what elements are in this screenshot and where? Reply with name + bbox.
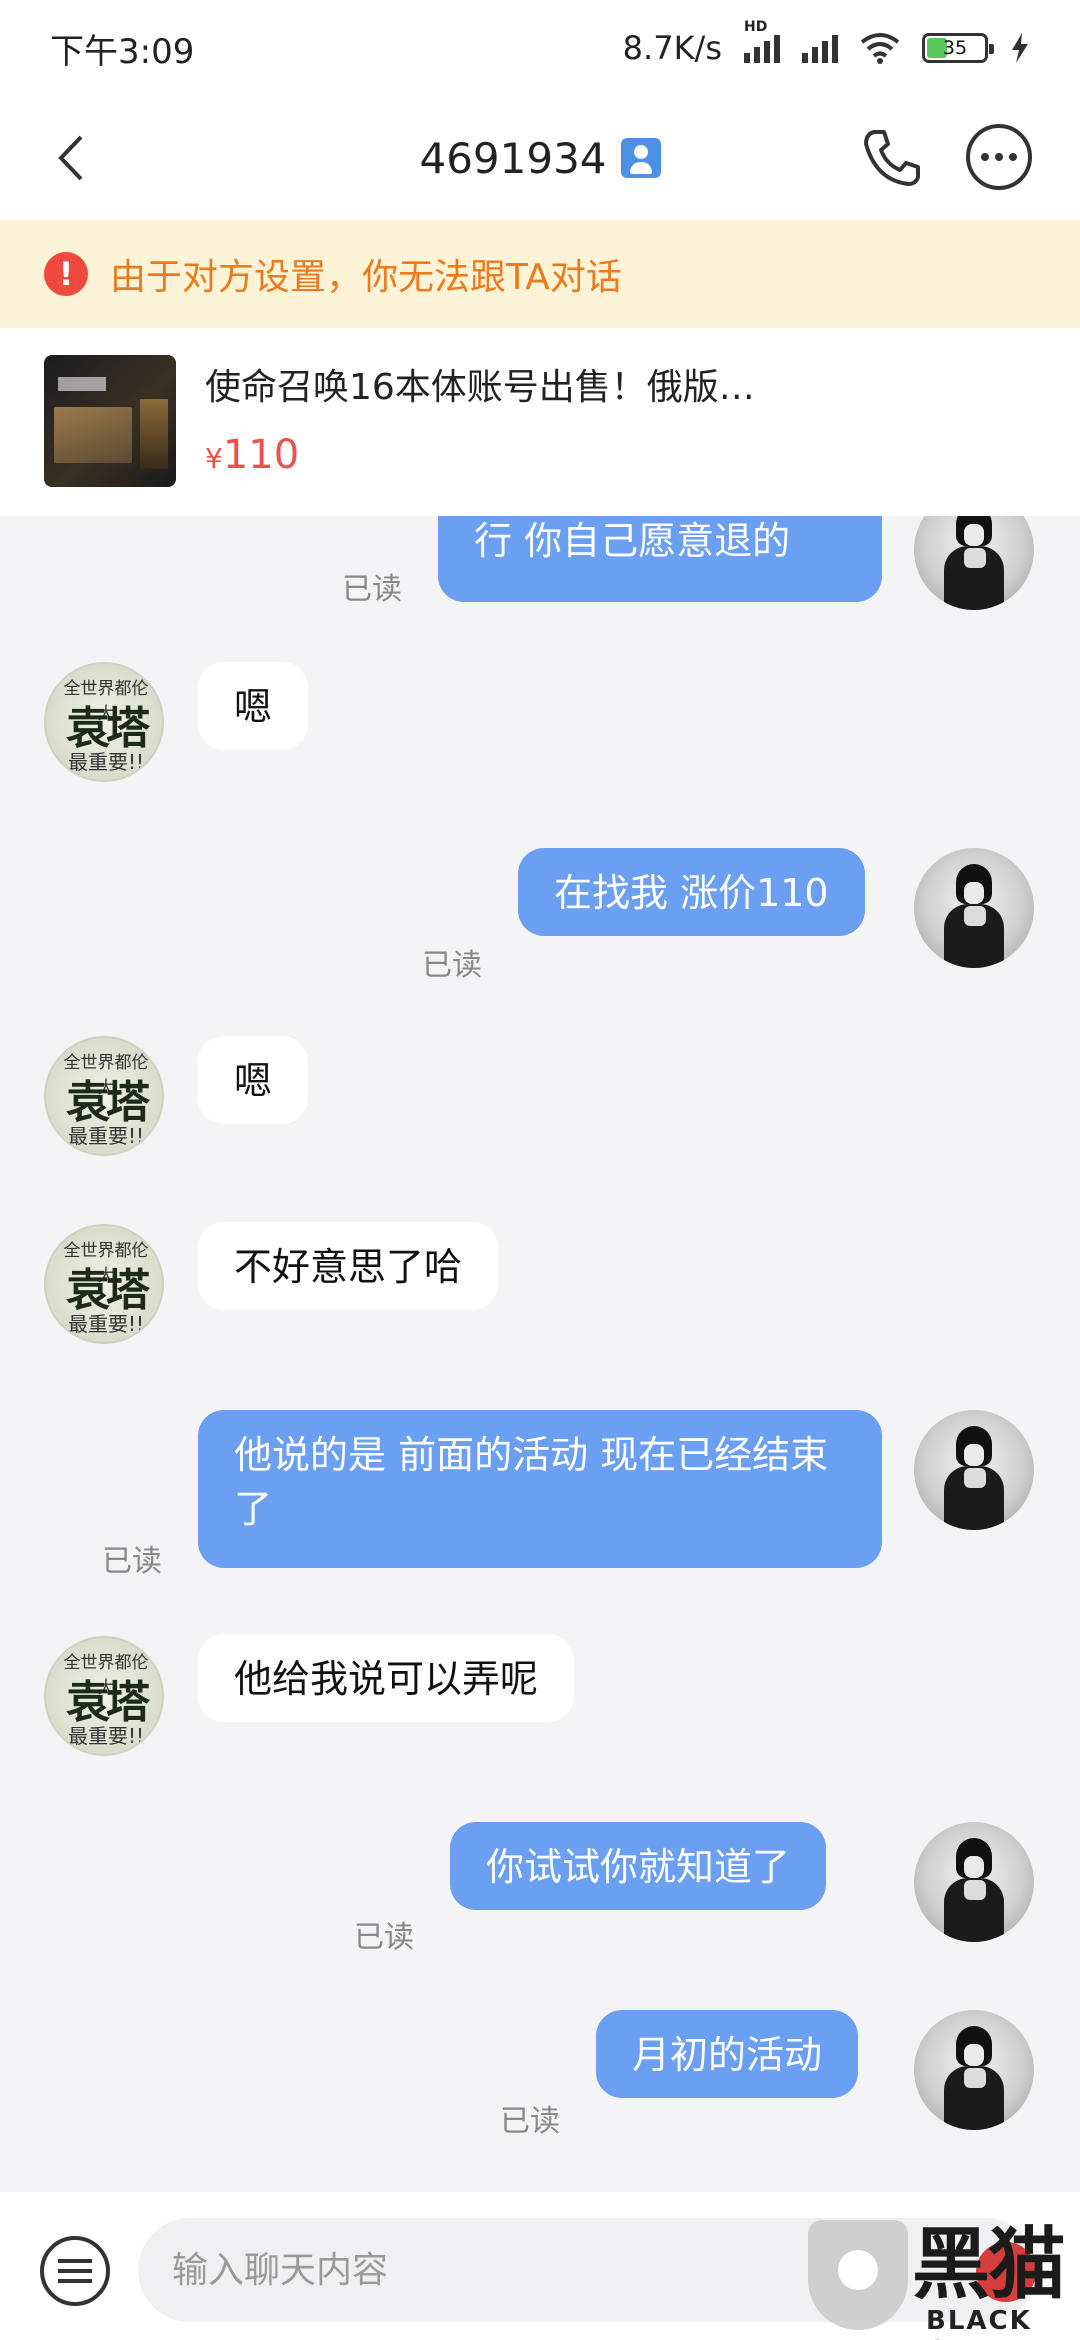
phone-icon [864, 130, 920, 186]
warning-banner: ! 由于对方设置，你无法跟TA对话 [0, 220, 1080, 328]
battery-icon: 35 [922, 33, 994, 63]
message-bubble-mine[interactable]: 在找我 涨价110 [518, 848, 865, 936]
product-title: 使命召唤16本体账号出售！俄版… [205, 367, 755, 408]
price-value: 110 [222, 432, 300, 478]
my-avatar[interactable] [914, 1410, 1034, 1530]
read-status: 已读 [354, 1920, 414, 1955]
my-avatar[interactable] [914, 848, 1034, 968]
signal-bars-icon [744, 33, 780, 63]
my-avatar[interactable] [914, 1822, 1034, 1942]
my-avatar[interactable] [914, 516, 1034, 610]
contact-avatar[interactable]: 全世界都伦大 袁塔 最重要!! [44, 1636, 164, 1756]
network-speed: 8.7K/s [622, 29, 722, 67]
message-bubble-theirs[interactable]: 不好意思了哈 [198, 1222, 499, 1310]
charging-bolt-icon [1012, 33, 1028, 63]
contact-card-icon[interactable] [620, 138, 661, 178]
message-list[interactable]: 行 你自己愿意退的 已读 全世界都伦大 袁塔 最重要!! 嗯 在找我 涨价110 已… [0, 516, 1080, 2192]
watermark-brand: BLACK CAT [926, 2306, 1032, 2340]
signal-hd-icon: HD [744, 19, 780, 63]
chevron-left-icon [58, 135, 83, 181]
read-status: 已读 [342, 572, 402, 607]
chat-header: 4691934 [0, 96, 1080, 220]
my-avatar[interactable] [914, 2010, 1034, 2130]
message-bubble-mine[interactable]: 你试试你就知道了 [450, 1822, 827, 1910]
chat-title: 4691934 [419, 133, 607, 183]
status-indicators: 8.7K/s HD 35 [622, 19, 1030, 67]
hd-label: HD [744, 19, 768, 35]
watermark-logo: 黑猫 BLACK CAT [808, 2220, 1080, 2340]
read-status: 已读 [422, 948, 482, 983]
product-thumbnail [44, 355, 176, 487]
price-currency: ¥ [205, 442, 223, 475]
product-card[interactable]: 使命召唤16本体账号出售！俄版… ¥110 [0, 328, 1080, 516]
message-bubble-mine[interactable]: 他说的是 前面的活动 现在已经结束了 [198, 1410, 882, 1568]
message-bubble-theirs[interactable]: 他给我说可以弄呢 [198, 1634, 575, 1722]
more-options-button[interactable] [966, 124, 1032, 190]
contact-avatar[interactable]: 全世界都伦大 袁塔 最重要!! [44, 1036, 164, 1156]
call-button[interactable] [860, 126, 924, 190]
menu-button[interactable] [40, 2236, 110, 2306]
battery-level: 35 [942, 37, 968, 59]
message-bubble-mine[interactable]: 月初的活动 [596, 2010, 859, 2098]
wifi-icon [860, 33, 900, 64]
warning-text: 由于对方设置，你无法跟TA对话 [110, 257, 622, 298]
more-dots-icon [981, 153, 989, 161]
status-time: 下午3:09 [50, 31, 195, 72]
back-button[interactable] [40, 126, 100, 190]
message-bubble-theirs[interactable]: 嗯 [198, 662, 309, 750]
message-bubble-mine[interactable]: 行 你自己愿意退的 [438, 516, 882, 602]
read-status: 已读 [102, 1544, 162, 1579]
signal-bars-2-icon [802, 33, 838, 63]
exclamation-icon: ! [44, 252, 88, 296]
product-price: ¥110 [205, 432, 299, 478]
read-status: 已读 [500, 2104, 560, 2139]
status-bar: 下午3:09 8.7K/s HD 35 [0, 0, 1080, 96]
contact-avatar[interactable]: 全世界都伦大 袁塔 最重要!! [44, 662, 164, 782]
watermark-logo-text: 黑猫 [912, 2220, 1066, 2310]
contact-avatar[interactable]: 全世界都伦大 袁塔 最重要!! [44, 1224, 164, 1344]
menu-lines-icon [58, 2259, 92, 2263]
message-bubble-theirs[interactable]: 嗯 [198, 1036, 309, 1124]
